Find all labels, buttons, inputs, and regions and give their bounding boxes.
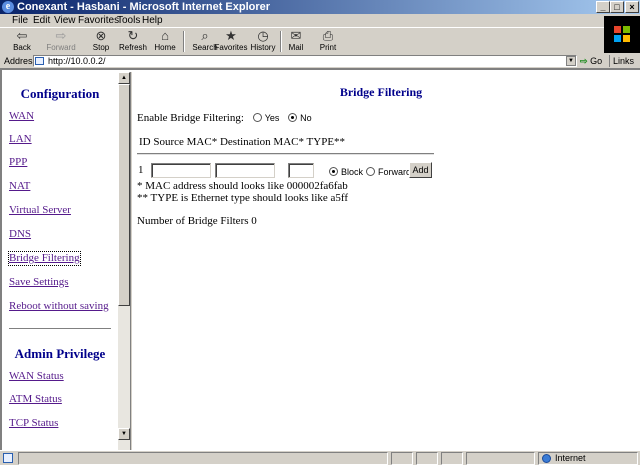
- toolbar-separator: [183, 31, 185, 52]
- status-panel: [391, 452, 413, 465]
- home-button[interactable]: ⌂ Home: [146, 28, 184, 54]
- status-panel: [416, 452, 438, 465]
- forward-arrow-icon: ⇨: [55, 28, 67, 43]
- status-panel: [441, 452, 463, 465]
- minimize-button[interactable]: _: [596, 1, 610, 13]
- nav-link-wan-status[interactable]: WAN Status: [9, 370, 64, 383]
- security-zone: Internet: [538, 452, 638, 465]
- admin-privilege-heading: Admin Privilege: [14, 346, 106, 361]
- scroll-up-button[interactable]: ▲: [118, 72, 130, 84]
- add-filter-button[interactable]: Add: [409, 162, 432, 178]
- nav-link-wan[interactable]: WAN: [9, 110, 34, 123]
- menu-tools[interactable]: Tools: [117, 15, 140, 27]
- window-title-bar: e Conexant - Hasbani - Microsoft Interne…: [0, 0, 640, 14]
- nav-link-bridge-filtering[interactable]: Bridge Filtering: [8, 251, 81, 266]
- windows-flag-icon: [614, 26, 630, 42]
- history-icon: ◷: [257, 28, 269, 43]
- enable-yes-radio[interactable]: [252, 113, 262, 122]
- forward-radio[interactable]: [366, 167, 375, 176]
- menu-file[interactable]: File: [12, 15, 28, 27]
- nav-link-virtual-server[interactable]: Virtual Server: [9, 204, 71, 217]
- address-dropdown-button[interactable]: ▼: [566, 56, 576, 66]
- zone-label: Internet: [555, 453, 586, 463]
- close-button[interactable]: ×: [625, 1, 639, 13]
- enable-label: Enable Bridge Filtering:: [137, 112, 244, 124]
- menu-edit[interactable]: Edit: [33, 15, 50, 27]
- nav-link-tcp-status[interactable]: TCP Status: [9, 417, 58, 430]
- stop-icon: ⊗: [95, 28, 107, 43]
- content-area: Configuration WAN LAN PPP NAT Virtual Se…: [0, 68, 640, 450]
- home-label: Home: [154, 43, 176, 52]
- scroll-down-button[interactable]: ▼: [118, 428, 130, 440]
- status-panel: [466, 452, 535, 465]
- forward-option[interactable]: Forward: [360, 166, 411, 178]
- sidebar-divider: [9, 328, 111, 330]
- enable-bridge-filtering-row: Enable Bridge Filtering: Yes No: [137, 111, 312, 125]
- go-arrow-icon: ⇨: [580, 56, 588, 66]
- mail-icon: ✉: [290, 28, 302, 43]
- nav-link-save-settings[interactable]: Save Settings: [9, 276, 69, 289]
- refresh-icon: ↻: [127, 28, 139, 43]
- forward-button[interactable]: ⇨ Forward: [42, 28, 80, 54]
- toolbar: ⇦ Back ⇨ Forward ⊗ Stop ↻ Refresh ⌂ Home…: [0, 28, 602, 54]
- forward-label[interactable]: Forward: [378, 167, 411, 177]
- configuration-heading: Configuration: [20, 86, 100, 101]
- main-frame: Bridge Filtering Enable Bridge Filtering…: [132, 72, 640, 450]
- menu-help[interactable]: Help: [142, 15, 163, 27]
- page-status-icon: [3, 453, 13, 463]
- back-arrow-icon: ⇦: [16, 28, 28, 43]
- menu-bar: File Edit View Favorites Tools Help: [0, 14, 640, 28]
- enable-no-label[interactable]: No: [300, 113, 312, 123]
- print-label: Print: [319, 43, 337, 52]
- status-bar: Internet: [0, 450, 640, 465]
- enable-no-radio[interactable]: [288, 113, 298, 122]
- print-button[interactable]: ⎙ Print: [309, 28, 347, 54]
- navigation-scrollbar[interactable]: ▲ ▼: [118, 72, 130, 450]
- windows-logo: [604, 16, 640, 53]
- page-title: Bridge Filtering: [339, 85, 423, 99]
- maximize-button[interactable]: □: [610, 1, 624, 13]
- column-headers: ID Source MAC* Destination MAC* TYPE**: [139, 136, 346, 148]
- navigation-frame: Configuration WAN LAN PPP NAT Virtual Se…: [2, 72, 118, 450]
- nav-link-nat[interactable]: NAT: [9, 180, 30, 193]
- enable-yes-label[interactable]: Yes: [265, 113, 280, 123]
- block-option[interactable]: Block: [323, 166, 363, 178]
- menu-favorites[interactable]: Favorites: [78, 15, 119, 27]
- window-title: Conexant - Hasbani - Microsoft Internet …: [17, 1, 271, 13]
- type-format-note: ** TYPE is Ethernet type should looks li…: [137, 192, 349, 204]
- nav-link-reboot-without-saving[interactable]: Reboot without saving: [9, 300, 109, 313]
- globe-icon: [542, 454, 551, 463]
- destination-mac-input[interactable]: [215, 163, 275, 178]
- type-input[interactable]: [288, 163, 314, 178]
- menu-view[interactable]: View: [54, 15, 76, 27]
- scrollbar-thumb[interactable]: [118, 84, 130, 306]
- favorites-icon: ★: [225, 28, 237, 43]
- block-radio[interactable]: [329, 167, 338, 176]
- filter-entry-row: 1 Block Forward Add: [137, 162, 617, 178]
- internet-explorer-icon: e: [2, 1, 14, 13]
- page-icon: [35, 57, 44, 65]
- go-button[interactable]: ⇨ Go: [580, 55, 606, 67]
- source-mac-input[interactable]: [151, 163, 211, 178]
- entry-id: 1: [138, 164, 144, 176]
- address-input[interactable]: http://10.0.0.2/ ▼: [33, 55, 577, 67]
- home-icon: ⌂: [161, 28, 169, 43]
- nav-link-dns[interactable]: DNS: [9, 228, 31, 241]
- nav-link-lan[interactable]: LAN: [9, 133, 32, 146]
- nav-link-ppp[interactable]: PPP: [9, 156, 27, 169]
- address-url[interactable]: http://10.0.0.2/: [48, 56, 106, 66]
- forward-label: Forward: [46, 43, 76, 52]
- print-icon: ⎙: [322, 28, 334, 43]
- links-button[interactable]: Links »: [609, 55, 640, 78]
- go-label: Go: [590, 56, 603, 66]
- search-icon: ⌕: [201, 28, 209, 43]
- nav-link-atm-status[interactable]: ATM Status: [9, 393, 62, 406]
- address-bar: Address http://10.0.0.2/ ▼ ⇨ Go Links »: [0, 54, 640, 78]
- back-button[interactable]: ⇦ Back: [3, 28, 41, 54]
- back-label: Back: [13, 43, 31, 52]
- status-text: [18, 452, 388, 465]
- header-rule: [137, 153, 434, 155]
- filter-count: Number of Bridge Filters 0: [137, 215, 257, 227]
